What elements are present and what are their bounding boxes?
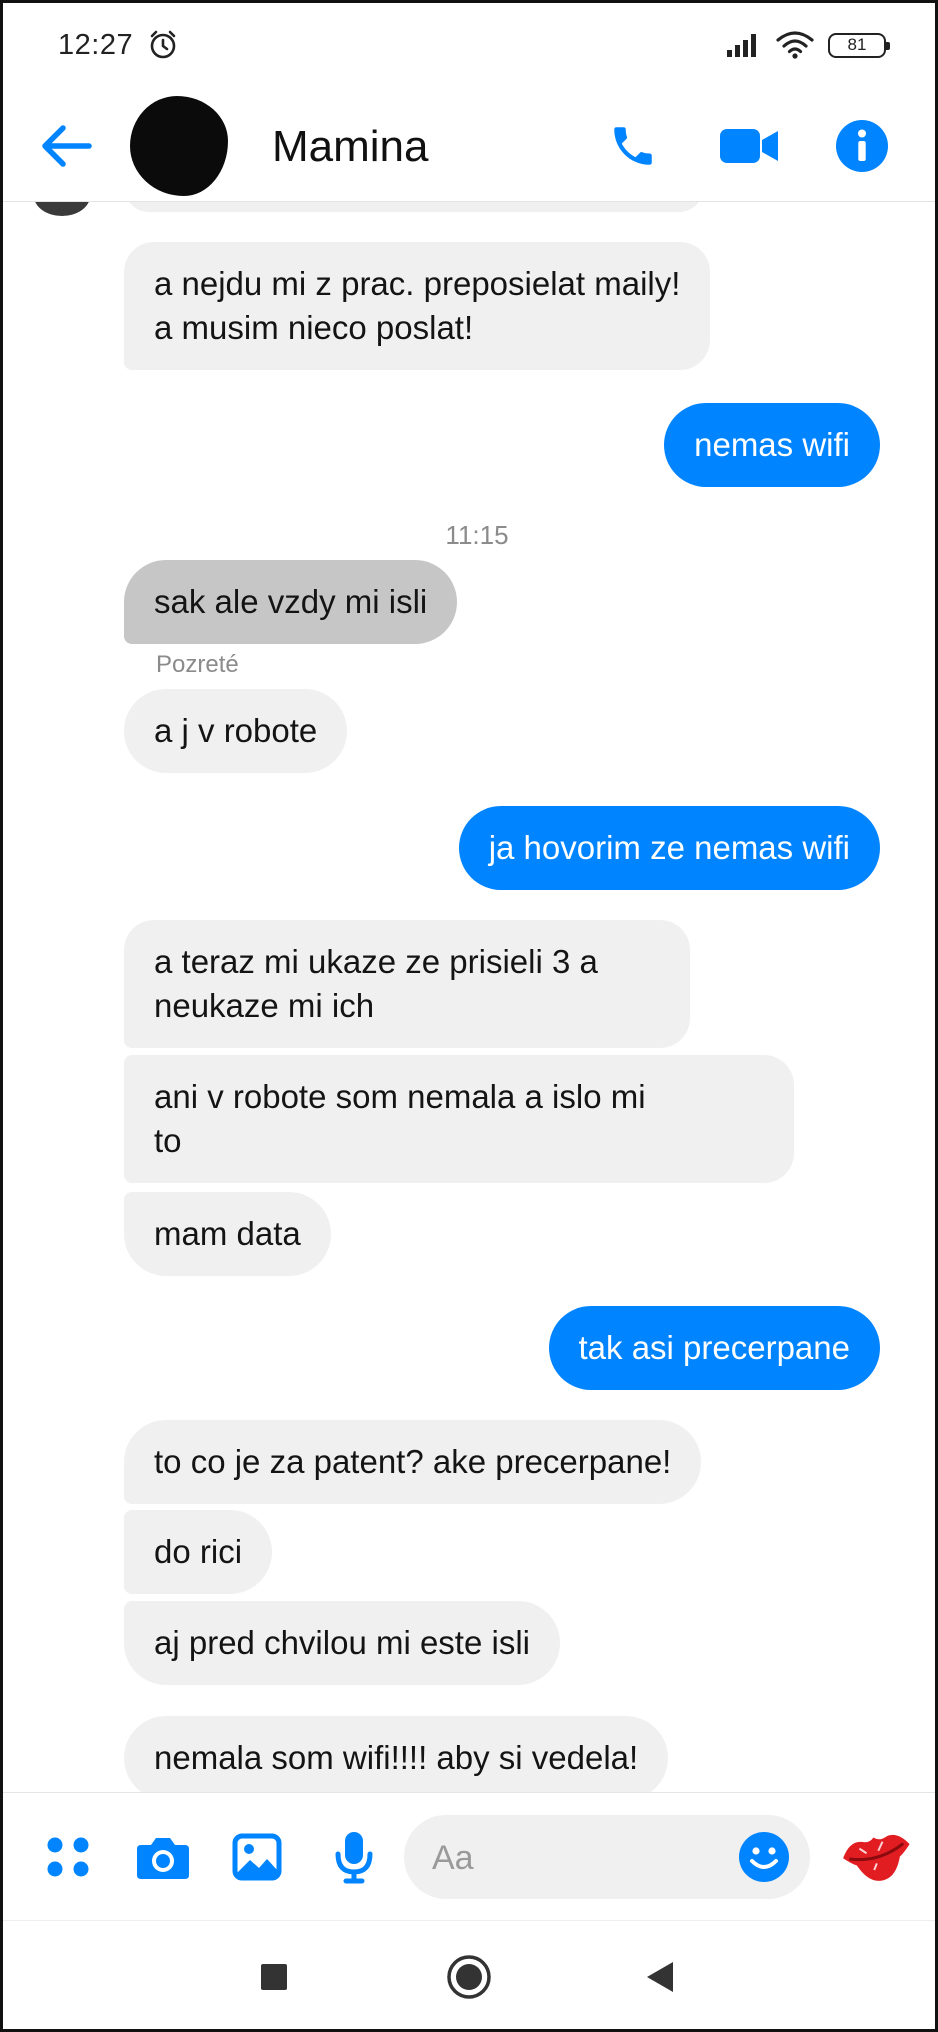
message-incoming[interactable]: aj pred chvilou mi este isli	[124, 1601, 560, 1685]
conversation-header: Mamina	[0, 90, 938, 202]
system-navigation-bar	[0, 1920, 938, 2032]
microphone-icon	[335, 1832, 373, 1884]
camera-icon	[137, 1838, 189, 1879]
battery-level: 81	[847, 35, 867, 54]
message-incoming[interactable]: a j v robote	[124, 689, 348, 773]
gallery-button[interactable]	[225, 1825, 289, 1889]
home-button[interactable]	[441, 1949, 497, 2005]
phone-icon	[614, 127, 652, 165]
message-incoming-selected[interactable]: sak ale vzdy mi isli	[124, 560, 458, 644]
info-icon	[836, 120, 888, 172]
message-incoming[interactable]: a teraz mi ukaze ze prisieli 3 a neukaze…	[124, 920, 690, 1048]
message-incoming[interactable]: to co je za patent? ake precerpane!	[124, 1420, 702, 1504]
message-outgoing[interactable]: tak asi precerpane	[548, 1306, 880, 1390]
alarm-icon	[150, 30, 176, 59]
message-thread[interactable]: a nejdu mi z prac. preposielat maily! a …	[0, 202, 938, 1792]
sender-avatar	[34, 202, 90, 216]
more-actions-button[interactable]	[36, 1825, 100, 1889]
message-outgoing[interactable]: ja hovorim ze nemas wifi	[458, 806, 880, 890]
message-bubble-partial[interactable]	[124, 202, 704, 212]
message-input[interactable]: Aa	[404, 1815, 810, 1899]
system-back-button[interactable]	[632, 1949, 688, 2005]
camera-button[interactable]	[131, 1825, 195, 1889]
message-timestamp: 11:15	[445, 520, 509, 550]
video-camera-icon	[720, 129, 778, 163]
gallery-icon	[232, 1833, 282, 1881]
signal-icon	[727, 34, 756, 57]
message-outgoing[interactable]: nemas wifi	[664, 403, 880, 487]
back-button[interactable]	[36, 116, 96, 176]
emoji-icon	[739, 1832, 789, 1882]
home-circle-icon	[447, 1955, 491, 1999]
apps-grid-icon	[47, 1837, 89, 1877]
back-triangle-icon	[647, 1962, 673, 1992]
message-incoming[interactable]: mam data	[124, 1192, 331, 1276]
battery-icon: 81	[828, 32, 890, 58]
message-incoming[interactable]: ani v robote som nemala a islo mi to	[124, 1055, 794, 1183]
message-incoming[interactable]: nemala som wifi!!!! aby si vedela!	[124, 1716, 669, 1792]
quick-reaction-button[interactable]	[838, 1823, 918, 1891]
message-incoming[interactable]: a nejdu mi z prac. preposielat maily! a …	[124, 242, 711, 370]
video-call-button[interactable]	[716, 116, 782, 176]
voice-message-button[interactable]	[322, 1825, 386, 1889]
seen-indicator: Pozreté	[156, 651, 239, 678]
status-time: 12:27	[58, 28, 134, 61]
recents-button[interactable]	[246, 1949, 302, 2005]
avatar[interactable]	[130, 96, 228, 196]
contact-name[interactable]: Mamina	[272, 122, 429, 172]
call-button[interactable]	[603, 116, 663, 176]
message-incoming[interactable]: do rici	[124, 1510, 273, 1594]
info-button[interactable]	[832, 116, 892, 176]
message-input-placeholder: Aa	[432, 1839, 474, 1877]
message-composer: Aa	[0, 1792, 938, 1920]
status-bar: 12:27 81	[0, 0, 938, 90]
recents-square-icon	[261, 1964, 287, 1990]
kiss-lips-icon	[843, 1834, 910, 1881]
back-arrow-icon	[42, 125, 92, 167]
emoji-button[interactable]	[732, 1825, 796, 1889]
wifi-icon	[776, 31, 814, 59]
